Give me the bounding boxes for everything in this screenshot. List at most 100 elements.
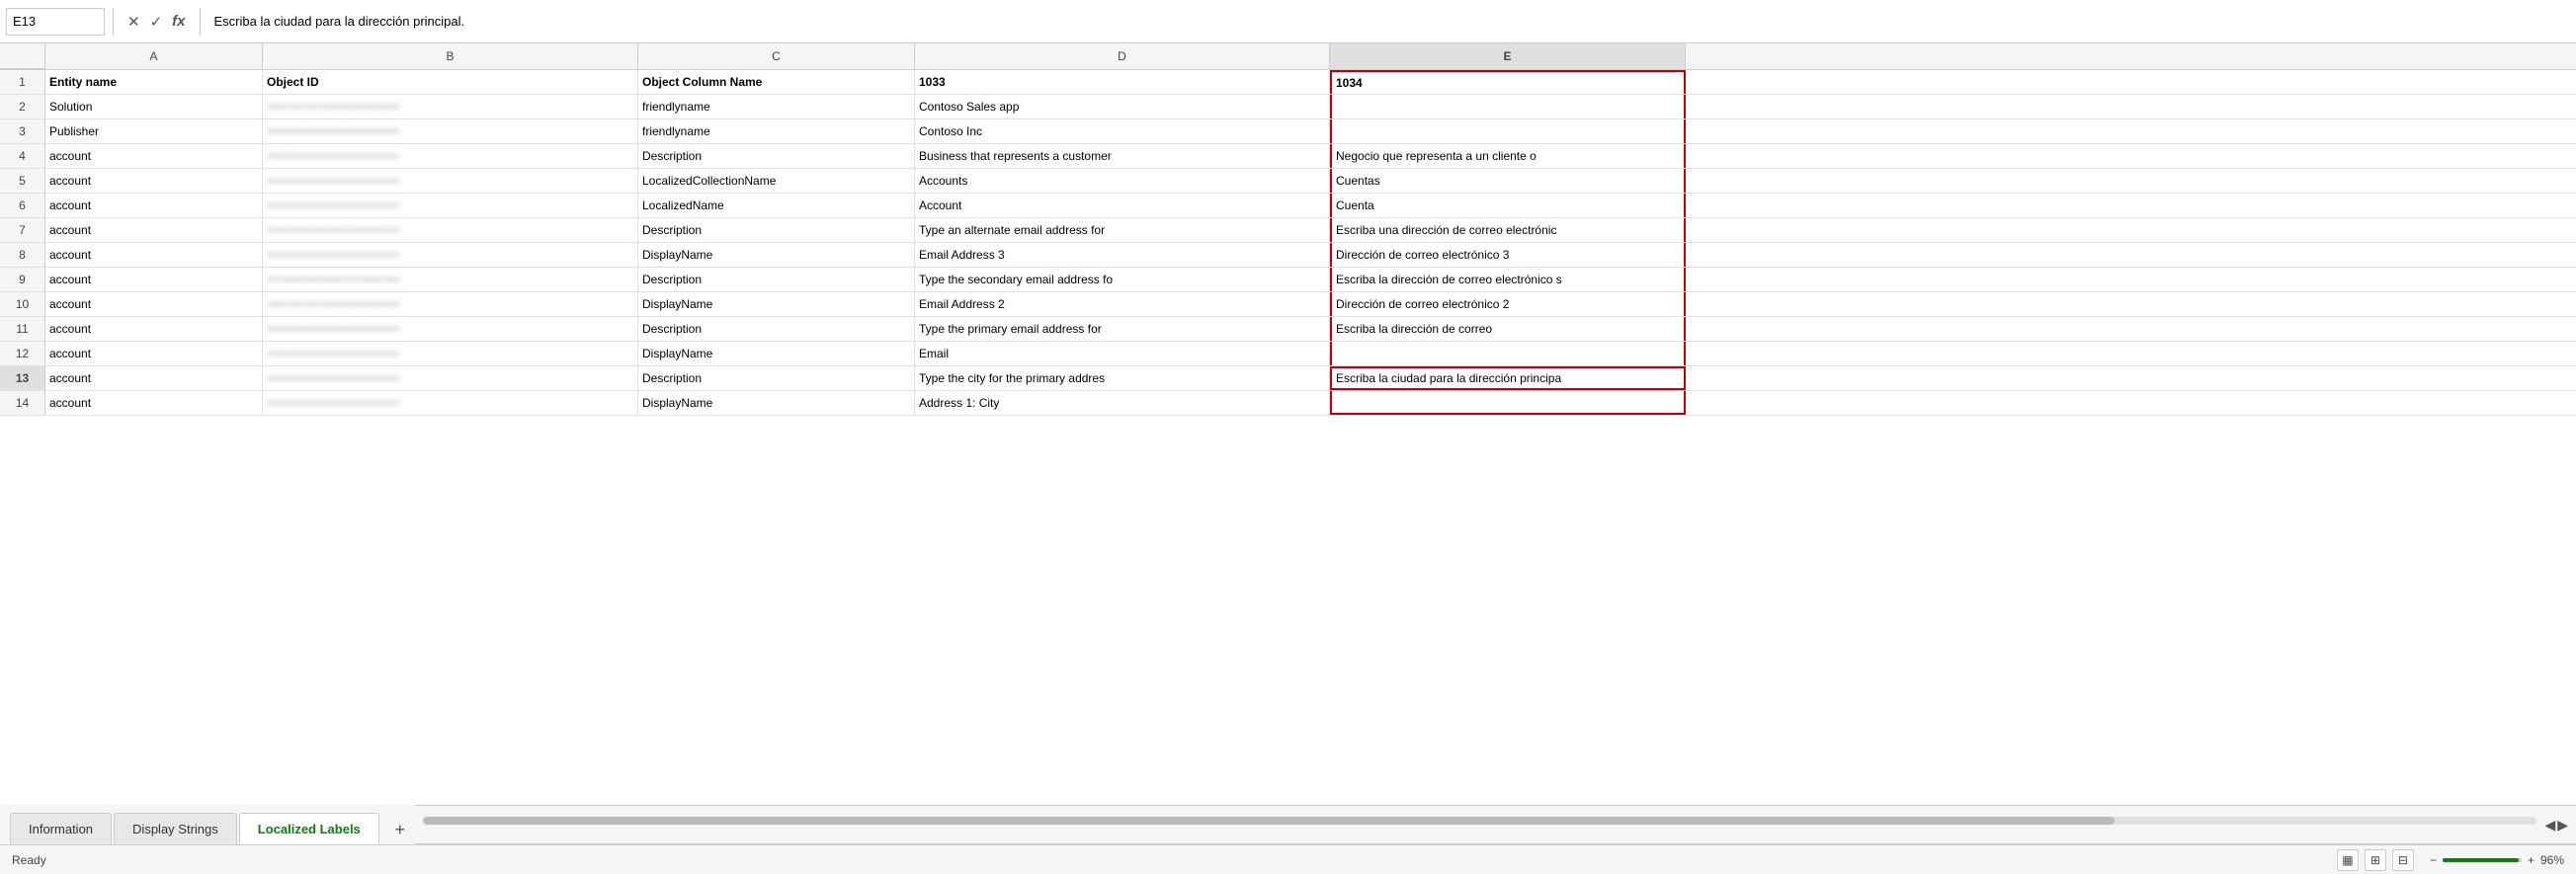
col-header-b[interactable]: B [263,43,638,69]
cell-C2[interactable]: friendlyname [638,95,915,119]
cell-A8[interactable]: account [45,243,263,267]
cell-E9[interactable]: Escriba la dirección de correo electróni… [1330,268,1686,291]
cell-E3[interactable] [1330,119,1686,143]
row-number: 5 [0,169,45,193]
cell-E4[interactable]: Negocio que representa a un cliente o [1330,144,1686,168]
cell-A4[interactable]: account [45,144,263,168]
page-break-icon[interactable]: ⊟ [2392,849,2414,871]
cell-C6[interactable]: LocalizedName [638,194,915,217]
cell-D6[interactable]: Account [915,194,1330,217]
cell-E6[interactable]: Cuenta [1330,194,1686,217]
cell-D1[interactable]: 1033 [915,70,1330,94]
cell-B1[interactable]: Object ID [263,70,638,94]
cell-C13[interactable]: Description [638,366,915,390]
cell-B5[interactable]: •••••••••••••••••••••••••••••••• [263,169,638,193]
cell-B14[interactable]: •••••••••••••••••••••••••••••••• [263,391,638,415]
col-header-e[interactable]: E [1330,43,1686,69]
cell-D13[interactable]: Type the city for the primary addres [915,366,1330,390]
cell-E8[interactable]: Dirección de correo electrónico 3 [1330,243,1686,267]
cell-reference-box[interactable]: E13 [6,8,105,36]
col-header-c[interactable]: C [638,43,915,69]
cell-E13[interactable]: Escriba la ciudad para la dirección prin… [1330,366,1686,390]
cell-B12[interactable]: •••••••••••••••••••••••••••••••• [263,342,638,365]
cell-C7[interactable]: Description [638,218,915,242]
tab-localized-labels[interactable]: Localized Labels [239,813,379,844]
cell-E14[interactable] [1330,391,1686,415]
table-row: 1Entity nameObject IDObject Column Name1… [0,70,2576,95]
cell-D5[interactable]: Accounts [915,169,1330,193]
col-header-d[interactable]: D [915,43,1330,69]
tab-display-strings[interactable]: Display Strings [114,813,237,844]
page-layout-icon[interactable]: ⊞ [2365,849,2386,871]
add-tab-button[interactable]: + [385,815,415,844]
cell-E11[interactable]: Escriba la dirección de correo [1330,317,1686,341]
cell-B7[interactable]: •••••••••••••••••••••••••••••••• [263,218,638,242]
cell-E2[interactable] [1330,95,1686,119]
cancel-icon[interactable]: ✕ [127,13,140,31]
cell-B8[interactable]: •••••••••••••••••••••••••••••••• [263,243,638,267]
zoom-slider[interactable] [2443,858,2522,862]
cell-D14[interactable]: Address 1: City [915,391,1330,415]
cell-B11[interactable]: •••••••••••••••••••••••••••••••• [263,317,638,341]
cell-A6[interactable]: account [45,194,263,217]
cell-A12[interactable]: account [45,342,263,365]
cell-D9[interactable]: Type the secondary email address fo [915,268,1330,291]
formula-input[interactable] [208,8,2571,36]
scroll-thumb[interactable] [423,817,2115,825]
cell-A3[interactable]: Publisher [45,119,263,143]
cell-B3[interactable]: •••••••••••••••••••••••••••••••• [263,119,638,143]
cell-C8[interactable]: DisplayName [638,243,915,267]
cell-D7[interactable]: Type an alternate email address for [915,218,1330,242]
cell-A9[interactable]: account [45,268,263,291]
row-number: 2 [0,95,45,119]
cell-B4[interactable]: •••••••••••••••••••••••••••••••• [263,144,638,168]
cell-A5[interactable]: account [45,169,263,193]
cell-D12[interactable]: Email [915,342,1330,365]
cell-C11[interactable]: Description [638,317,915,341]
cell-C3[interactable]: friendlyname [638,119,915,143]
tab-information[interactable]: Information [10,813,112,844]
row-number: 13 [0,366,45,390]
cell-C5[interactable]: LocalizedCollectionName [638,169,915,193]
cell-C9[interactable]: Description [638,268,915,291]
cell-C4[interactable]: Description [638,144,915,168]
cell-D11[interactable]: Type the primary email address for [915,317,1330,341]
cell-E1[interactable]: 1034 [1330,70,1686,94]
cell-D3[interactable]: Contoso Inc [915,119,1330,143]
cell-A7[interactable]: account [45,218,263,242]
col-header-a[interactable]: A [45,43,263,69]
cell-B10[interactable]: •••••••••••••••••••••••••••••••• [263,292,638,316]
function-icon[interactable]: fx [172,13,185,30]
scroll-right-icon[interactable]: ▶ [2557,817,2568,834]
cell-B13[interactable]: •••••••••••••••••••••••••••••••• [263,366,638,390]
cell-E7[interactable]: Escriba una dirección de correo electrón… [1330,218,1686,242]
cell-B2[interactable]: •••••••••••••••••••••••••••••••• [263,95,638,119]
cell-C1[interactable]: Object Column Name [638,70,915,94]
table-row: 9account••••••••••••••••••••••••••••••••… [0,268,2576,292]
zoom-out-icon[interactable]: − [2430,853,2437,867]
cell-C14[interactable]: DisplayName [638,391,915,415]
cell-E5[interactable]: Cuentas [1330,169,1686,193]
cell-A11[interactable]: account [45,317,263,341]
cell-D4[interactable]: Business that represents a customer [915,144,1330,168]
row-number: 6 [0,194,45,217]
cell-D2[interactable]: Contoso Sales app [915,95,1330,119]
cell-B6[interactable]: •••••••••••••••••••••••••••••••• [263,194,638,217]
horizontal-scrollbar[interactable] [423,817,2537,833]
cell-D10[interactable]: Email Address 2 [915,292,1330,316]
cell-A1[interactable]: Entity name [45,70,263,94]
cell-B9[interactable]: •••••••••••••••••••••••••••••••• [263,268,638,291]
cell-A2[interactable]: Solution [45,95,263,119]
cell-D8[interactable]: Email Address 3 [915,243,1330,267]
cell-E12[interactable] [1330,342,1686,365]
cell-A13[interactable]: account [45,366,263,390]
cell-C10[interactable]: DisplayName [638,292,915,316]
zoom-in-icon[interactable]: + [2528,853,2534,867]
cell-A14[interactable]: account [45,391,263,415]
cell-A10[interactable]: account [45,292,263,316]
cell-E10[interactable]: Dirección de correo electrónico 2 [1330,292,1686,316]
confirm-icon[interactable]: ✓ [150,13,163,31]
normal-view-icon[interactable]: ▦ [2337,849,2359,871]
cell-C12[interactable]: DisplayName [638,342,915,365]
scroll-left-icon[interactable]: ◀ [2544,817,2555,834]
